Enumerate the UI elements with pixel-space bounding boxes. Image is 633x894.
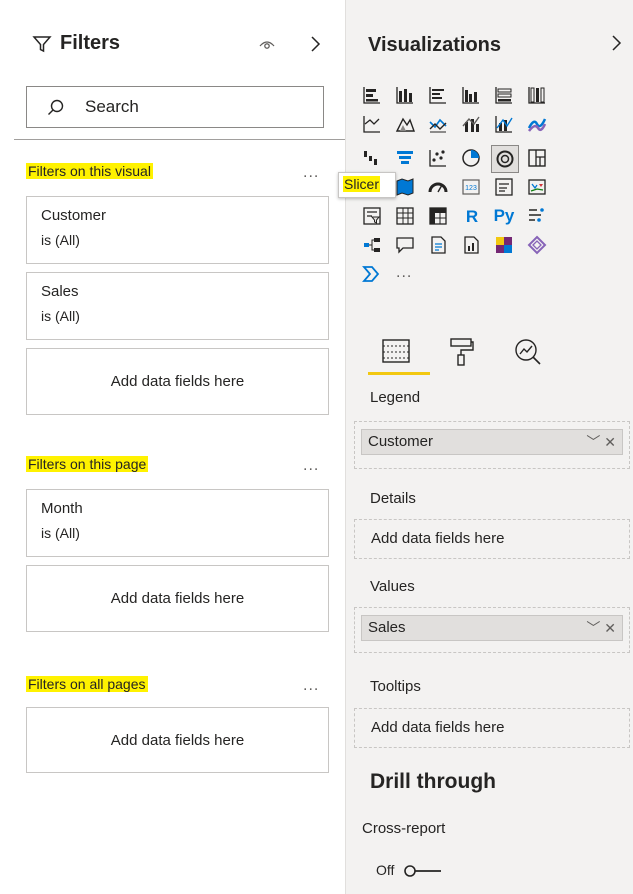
stacked-area-chart-icon[interactable] <box>428 114 448 134</box>
tooltip-text: Slicer <box>343 176 381 192</box>
stacked-column-chart-icon[interactable] <box>395 85 415 105</box>
values-field-name: Sales <box>368 619 406 636</box>
power-automate-icon[interactable] <box>527 235 547 255</box>
clustered-bar-chart-icon[interactable] <box>428 85 448 105</box>
details-well[interactable]: Add data fields here <box>354 519 630 559</box>
kpi-icon[interactable] <box>527 177 547 197</box>
fields-tab-icon[interactable] <box>381 337 411 365</box>
matrix-icon[interactable] <box>428 206 448 226</box>
eye-icon[interactable] <box>258 37 276 51</box>
python-visual-icon[interactable]: Py <box>489 205 519 227</box>
legend-field-name: Customer <box>368 433 434 450</box>
more-visuals-button[interactable]: ... <box>396 264 412 282</box>
values-well[interactable]: Sales ﹀ ✕ <box>354 607 630 653</box>
more-options-button[interactable]: ... <box>303 677 319 695</box>
details-label: Details <box>370 490 416 507</box>
filter-card-name: Month <box>41 500 83 517</box>
collapse-visualizations-icon[interactable] <box>610 34 622 52</box>
waterfall-chart-icon[interactable] <box>362 148 382 168</box>
legend-field-pill[interactable]: Customer ﹀ ✕ <box>361 429 623 455</box>
ribbon-chart-icon[interactable] <box>527 114 547 134</box>
legend-well[interactable]: Customer ﹀ ✕ <box>354 421 630 469</box>
analytics-tab-icon[interactable] <box>513 337 543 367</box>
r-visual-icon[interactable]: R <box>461 206 483 228</box>
100-stacked-bar-chart-icon[interactable] <box>494 85 514 105</box>
tooltips-label: Tooltips <box>370 678 421 695</box>
line-chart-icon[interactable] <box>362 114 382 134</box>
values-label: Values <box>370 578 415 595</box>
filter-card-name: Customer <box>41 207 107 224</box>
donut-chart-icon <box>496 150 514 168</box>
treemap-icon[interactable] <box>527 148 547 168</box>
filters-pane: Filters Search Filters on this visual ..… <box>0 0 345 894</box>
tooltips-placeholder: Add data fields here <box>371 719 505 736</box>
add-data-fields-page[interactable]: Add data fields here <box>26 565 329 632</box>
filter-icon <box>32 36 52 53</box>
format-tab-icon[interactable] <box>448 337 474 367</box>
smart-narrative-icon[interactable] <box>428 235 448 255</box>
divider <box>14 139 345 140</box>
line-and-clustered-column-chart-icon[interactable] <box>494 114 514 134</box>
filter-card-state: is (All) <box>41 525 80 541</box>
decomposition-tree-icon[interactable] <box>362 235 382 255</box>
search-box[interactable]: Search <box>26 86 324 128</box>
more-options-button[interactable]: ... <box>303 457 319 475</box>
pie-chart-icon[interactable] <box>461 148 481 168</box>
active-tab-indicator <box>368 372 430 375</box>
add-data-fields-label: Add data fields here <box>110 732 245 749</box>
slicer-tooltip: Slicer <box>338 172 396 198</box>
add-data-fields-all-pages[interactable]: Add data fields here <box>26 707 329 773</box>
section-all-pages-label: Filters on all pages <box>26 676 148 692</box>
filter-card-state: is (All) <box>41 308 80 324</box>
stacked-bar-chart-icon[interactable] <box>362 85 382 105</box>
tooltips-well[interactable]: Add data fields here <box>354 708 630 748</box>
add-data-fields-label: Add data fields here <box>110 373 245 390</box>
field-controls[interactable]: ﹀ ✕ <box>586 616 616 640</box>
funnel-chart-icon[interactable] <box>395 148 415 168</box>
scatter-chart-icon[interactable] <box>428 148 448 168</box>
drill-through-heading: Drill through <box>370 770 496 793</box>
table-icon[interactable] <box>395 206 415 226</box>
visualizations-pane: Visualizations 123 R Py ... Legend Custo… <box>345 0 633 894</box>
filled-map-icon[interactable] <box>395 177 415 197</box>
legend-label: Legend <box>370 389 421 406</box>
search-input[interactable]: Search <box>85 97 139 117</box>
gauge-icon[interactable] <box>428 177 448 197</box>
section-visual-label: Filters on this visual <box>26 163 153 179</box>
filter-card-month[interactable]: Month is (All) <box>26 489 329 557</box>
cross-report-toggle[interactable] <box>403 864 443 878</box>
values-field-pill[interactable]: Sales ﹀ ✕ <box>361 615 623 641</box>
paginated-report-icon[interactable] <box>461 235 481 255</box>
qa-icon[interactable] <box>395 235 415 255</box>
filter-card-state: is (All) <box>41 232 80 248</box>
filter-card-customer[interactable]: Customer is (All) <box>26 196 329 264</box>
line-and-stacked-column-chart-icon[interactable] <box>461 114 481 134</box>
card-icon[interactable]: 123 <box>461 177 481 197</box>
svg-text:123: 123 <box>465 185 477 192</box>
cross-report-label: Cross-report <box>362 820 446 837</box>
power-automate-flow-icon[interactable] <box>362 264 382 284</box>
100-stacked-column-chart-icon[interactable] <box>527 85 547 105</box>
section-page-label: Filters on this page <box>26 456 149 472</box>
search-icon <box>48 99 64 115</box>
key-influencers-icon[interactable] <box>527 206 547 226</box>
filter-card-name: Sales <box>41 283 79 300</box>
details-placeholder: Add data fields here <box>371 530 505 547</box>
add-data-fields-label: Add data fields here <box>110 590 245 607</box>
more-options-button[interactable]: ... <box>303 164 319 182</box>
collapse-filters-icon[interactable] <box>309 35 321 53</box>
donut-chart-button[interactable] <box>491 145 519 173</box>
toggle-state-label: Off <box>376 862 395 878</box>
clustered-column-chart-icon[interactable] <box>461 85 481 105</box>
add-data-fields-visual[interactable]: Add data fields here <box>26 348 329 415</box>
multi-row-card-icon[interactable] <box>494 177 514 197</box>
slicer-icon[interactable] <box>362 206 382 226</box>
field-controls[interactable]: ﹀ ✕ <box>586 430 616 454</box>
area-chart-icon[interactable] <box>395 114 415 134</box>
power-apps-icon[interactable] <box>494 235 514 255</box>
visualizations-title: Visualizations <box>368 34 502 56</box>
filters-title: Filters <box>60 32 121 54</box>
filter-card-sales[interactable]: Sales is (All) <box>26 272 329 340</box>
